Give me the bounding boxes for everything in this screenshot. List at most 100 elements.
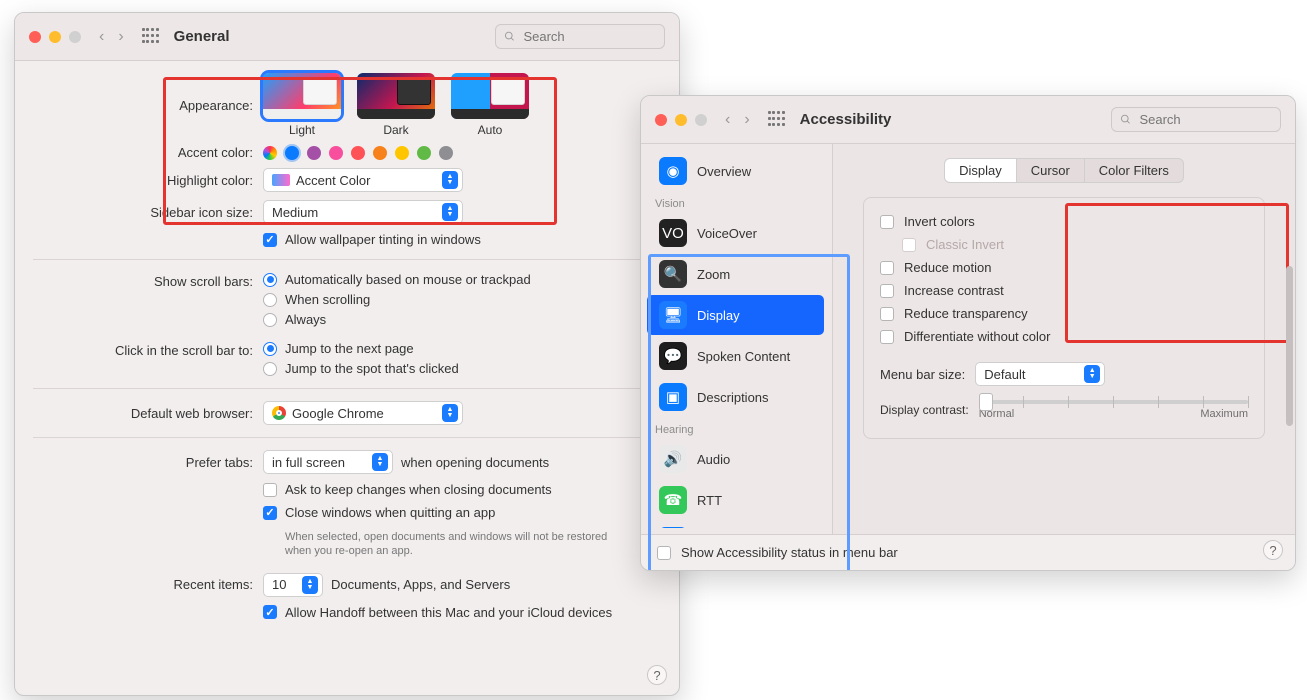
captions-icon: CC bbox=[659, 527, 687, 528]
speech-bubble-icon: 💬 bbox=[659, 342, 687, 370]
invert-colors-checkbox[interactable] bbox=[880, 215, 894, 229]
scroll-auto-radio[interactable] bbox=[263, 273, 277, 287]
close-windows-label: Close windows when quitting an app bbox=[285, 505, 495, 520]
sidebar-item-label: Audio bbox=[697, 452, 730, 467]
show-all-icon[interactable] bbox=[142, 28, 160, 46]
recent-select[interactable]: 10 ▲▼ bbox=[263, 573, 323, 597]
appearance-auto[interactable]: Auto bbox=[451, 73, 529, 137]
chevron-updown-icon: ▲▼ bbox=[442, 203, 458, 221]
sidebar-size-label: Sidebar icon size: bbox=[33, 205, 263, 220]
wallpaper-tint-checkbox[interactable] bbox=[263, 233, 277, 247]
titlebar: ‹ › Accessibility bbox=[641, 96, 1295, 144]
sidebar-item-zoom[interactable]: 🔍 Zoom bbox=[647, 254, 824, 294]
accent-purple[interactable] bbox=[307, 146, 321, 160]
status-menubar-checkbox[interactable] bbox=[657, 546, 671, 560]
search-field[interactable] bbox=[1111, 107, 1281, 132]
sidebar-size-select[interactable]: Medium ▲▼ bbox=[263, 200, 463, 224]
tab-display[interactable]: Display bbox=[945, 159, 1016, 182]
sidebar-item-display[interactable]: 🖥 Display bbox=[647, 295, 824, 335]
menu-bar-size-select[interactable]: Default ▲▼ bbox=[975, 362, 1105, 386]
display-contrast-slider[interactable] bbox=[979, 400, 1248, 404]
help-button[interactable]: ? bbox=[1263, 540, 1283, 560]
window-controls bbox=[655, 114, 707, 126]
reduce-transparency-label: Reduce transparency bbox=[904, 306, 1028, 321]
chevron-updown-icon: ▲▼ bbox=[372, 453, 388, 471]
forward-button[interactable]: › bbox=[740, 111, 753, 129]
tabs-select[interactable]: in full screen ▲▼ bbox=[263, 450, 393, 474]
help-button[interactable]: ? bbox=[647, 665, 667, 685]
sidebar-scrollbar[interactable] bbox=[1286, 266, 1293, 426]
reduce-motion-checkbox[interactable] bbox=[880, 261, 894, 275]
sidebar-heading-hearing: Hearing bbox=[641, 418, 830, 438]
accessibility-prefs-window: ‹ › Accessibility ◉ Overview Vision VO V… bbox=[640, 95, 1296, 571]
appearance-light[interactable]: Light bbox=[263, 73, 341, 137]
appearance-dark[interactable]: Dark bbox=[357, 73, 435, 137]
chevron-updown-icon: ▲▼ bbox=[302, 576, 318, 594]
search-icon bbox=[1120, 113, 1131, 126]
close-windows-checkbox[interactable] bbox=[263, 506, 277, 520]
ask-keep-checkbox[interactable] bbox=[263, 483, 277, 497]
click-spot-radio[interactable] bbox=[263, 362, 277, 376]
window-title: Accessibility bbox=[800, 111, 892, 128]
back-button[interactable]: ‹ bbox=[95, 28, 108, 46]
browser-select[interactable]: Google Chrome ▲▼ bbox=[263, 401, 463, 425]
sidebar-item-descriptions[interactable]: ▣ Descriptions bbox=[647, 377, 824, 417]
search-icon bbox=[504, 30, 515, 43]
appearance-label: Appearance: bbox=[33, 98, 263, 113]
highlight-select[interactable]: Accent Color ▲▼ bbox=[263, 168, 463, 192]
accessibility-main: Display Cursor Color Filters Invert colo… bbox=[833, 144, 1295, 534]
search-input[interactable] bbox=[1137, 111, 1272, 128]
accent-orange[interactable] bbox=[373, 146, 387, 160]
close-icon[interactable] bbox=[655, 114, 667, 126]
sidebar-item-voiceover[interactable]: VO VoiceOver bbox=[647, 213, 824, 253]
tabs-suffix: when opening documents bbox=[401, 455, 549, 470]
sidebar-item-rtt[interactable]: ☎ RTT bbox=[647, 480, 824, 520]
sidebar-item-audio[interactable]: 🔊 Audio bbox=[647, 439, 824, 479]
appearance-dark-label: Dark bbox=[383, 123, 408, 137]
sidebar-item-label: Zoom bbox=[697, 267, 730, 282]
ask-keep-label: Ask to keep changes when closing documen… bbox=[285, 482, 552, 497]
tab-cursor[interactable]: Cursor bbox=[1016, 159, 1084, 182]
show-all-icon[interactable] bbox=[768, 111, 786, 129]
accent-blue[interactable] bbox=[285, 146, 299, 160]
close-icon[interactable] bbox=[29, 31, 41, 43]
display-icon: 🖥 bbox=[659, 301, 687, 329]
reduce-transparency-checkbox[interactable] bbox=[880, 307, 894, 321]
forward-button[interactable]: › bbox=[114, 28, 127, 46]
scroll-always-radio[interactable] bbox=[263, 313, 277, 327]
chrome-icon bbox=[272, 406, 286, 420]
back-button[interactable]: ‹ bbox=[721, 111, 734, 129]
menu-bar-size-label: Menu bar size: bbox=[880, 367, 965, 382]
sidebar-item-label: Overview bbox=[697, 164, 751, 179]
nav-buttons: ‹ › bbox=[721, 111, 754, 129]
handoff-checkbox[interactable] bbox=[263, 605, 277, 619]
scroll-bars-label: Show scroll bars: bbox=[33, 272, 263, 289]
minimize-icon[interactable] bbox=[675, 114, 687, 126]
scroll-when-radio[interactable] bbox=[263, 293, 277, 307]
chevron-updown-icon: ▲▼ bbox=[442, 404, 458, 422]
accent-graphite[interactable] bbox=[439, 146, 453, 160]
handoff-label: Allow Handoff between this Mac and your … bbox=[285, 605, 612, 620]
increase-contrast-checkbox[interactable] bbox=[880, 284, 894, 298]
accent-pink[interactable] bbox=[329, 146, 343, 160]
click-next-radio[interactable] bbox=[263, 342, 277, 356]
sidebar-item-captions[interactable]: CC Captions bbox=[647, 521, 824, 528]
nav-buttons: ‹ › bbox=[95, 28, 128, 46]
rtt-icon: ☎ bbox=[659, 486, 687, 514]
search-input[interactable] bbox=[521, 28, 656, 45]
accent-yellow[interactable] bbox=[395, 146, 409, 160]
differentiate-checkbox[interactable] bbox=[880, 330, 894, 344]
accent-multicolor[interactable] bbox=[263, 146, 277, 160]
scroll-when-label: When scrolling bbox=[285, 292, 370, 307]
accent-green[interactable] bbox=[417, 146, 431, 160]
highlight-value: Accent Color bbox=[296, 173, 370, 188]
search-field[interactable] bbox=[495, 24, 665, 49]
accent-red[interactable] bbox=[351, 146, 365, 160]
browser-label: Default web browser: bbox=[33, 406, 263, 421]
accent-swatches bbox=[263, 146, 453, 160]
zoom-icon-disabled bbox=[695, 114, 707, 126]
tab-color-filters[interactable]: Color Filters bbox=[1084, 159, 1183, 182]
minimize-icon[interactable] bbox=[49, 31, 61, 43]
sidebar-item-overview[interactable]: ◉ Overview bbox=[647, 151, 824, 191]
sidebar-item-spoken[interactable]: 💬 Spoken Content bbox=[647, 336, 824, 376]
